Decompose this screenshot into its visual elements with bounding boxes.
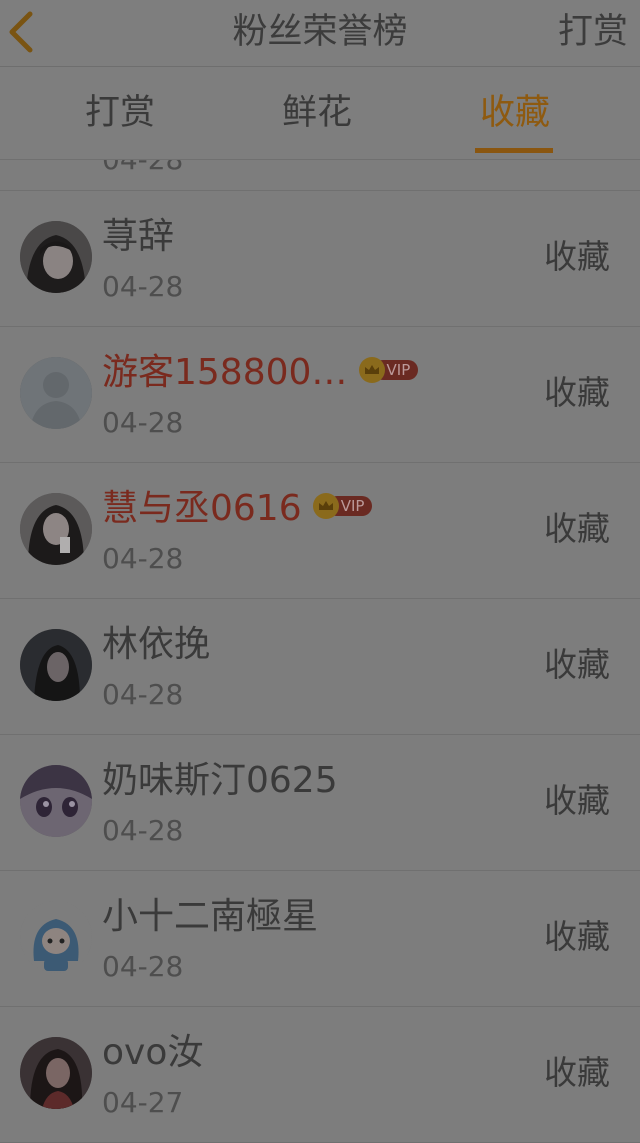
item-date: 04-28 xyxy=(102,542,184,575)
avatar[interactable] xyxy=(20,1037,92,1109)
crown-icon xyxy=(312,493,339,519)
item-date: 04-28 xyxy=(102,270,184,303)
active-tab-indicator xyxy=(475,148,553,153)
action-label: 收藏 xyxy=(544,781,610,820)
list-item[interactable]: ovo汝 04-27 收藏 xyxy=(0,1007,640,1143)
item-date: 04-28 xyxy=(102,814,184,847)
user-name: 荨辞 xyxy=(102,216,175,257)
list-item[interactable]: 游客158800… VIP 04-28 收藏 xyxy=(0,327,640,463)
user-name: 游客158800… xyxy=(102,352,348,393)
avatar[interactable] xyxy=(20,357,92,429)
tab-reward[interactable]: 打赏 xyxy=(80,91,160,135)
user-name: 小十二南極星 xyxy=(102,896,319,937)
item-date: 04-28 xyxy=(102,950,184,983)
action-label: 收藏 xyxy=(544,645,610,684)
action-label: 收藏 xyxy=(544,237,610,276)
top-nav-bar: 粉丝荣誉榜 打赏 xyxy=(0,0,640,67)
tab-favorites[interactable]: 收藏 xyxy=(475,91,555,135)
vip-badge: VIP xyxy=(312,493,373,519)
item-date: 04-28 xyxy=(102,160,183,178)
avatar[interactable] xyxy=(20,765,92,837)
item-date: 04-27 xyxy=(102,1086,184,1119)
action-label: 收藏 xyxy=(544,509,610,548)
user-name: 慧与丞0616 xyxy=(102,488,302,529)
tab-bar: 打赏 鲜花 收藏 xyxy=(0,67,640,160)
list-item[interactable]: 小十二南極星 04-28 收藏 xyxy=(0,871,640,1007)
user-name: 林依挽 xyxy=(102,624,211,665)
action-label: 收藏 xyxy=(544,917,610,956)
page-title: 粉丝荣誉榜 xyxy=(232,12,408,52)
action-label: 收藏 xyxy=(544,1053,610,1092)
vip-badge: VIP xyxy=(358,357,419,383)
avatar[interactable] xyxy=(20,221,92,293)
avatar[interactable] xyxy=(20,493,92,565)
reward-button[interactable]: 打赏 xyxy=(558,10,628,54)
tab-flowers[interactable]: 鲜花 xyxy=(277,91,357,135)
fan-list[interactable]: 04-28 荨辞 04-28 收藏 游客158800… xyxy=(0,160,640,1143)
user-name: 奶味斯汀0625 xyxy=(102,760,338,801)
action-label: 收藏 xyxy=(544,373,610,412)
item-date: 04-28 xyxy=(102,406,184,439)
avatar[interactable] xyxy=(20,629,92,701)
crown-icon xyxy=(358,357,385,383)
list-item: 04-28 xyxy=(0,160,640,191)
item-date: 04-28 xyxy=(102,678,184,711)
list-item[interactable]: 林依挽 04-28 收藏 xyxy=(0,599,640,735)
list-item[interactable]: 奶味斯汀0625 04-28 收藏 xyxy=(0,735,640,871)
list-item[interactable]: 慧与丞0616 VIP 04-28 收藏 xyxy=(0,463,640,599)
list-item[interactable]: 荨辞 04-28 收藏 xyxy=(0,191,640,327)
avatar[interactable] xyxy=(20,901,92,973)
user-name: ovo汝 xyxy=(102,1032,204,1073)
